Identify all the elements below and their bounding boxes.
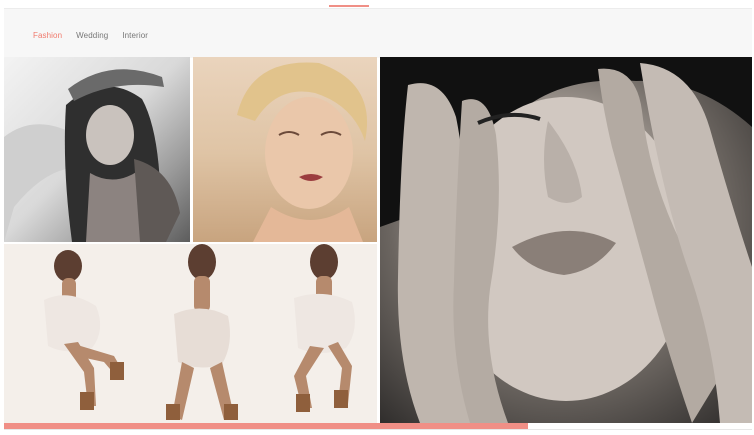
portfolio-gallery bbox=[4, 57, 752, 423]
page-divider bbox=[4, 429, 752, 430]
dancers-photo-icon bbox=[44, 244, 355, 420]
gallery-item-face-closeup[interactable] bbox=[380, 57, 752, 423]
gallery-item-portrait-blonde[interactable] bbox=[193, 57, 377, 242]
portrait-photo-icon bbox=[4, 69, 180, 242]
gallery-item-portrait-hat[interactable] bbox=[4, 57, 190, 242]
filter-tabs: Fashion Wedding Interior bbox=[33, 31, 148, 40]
tab-interior[interactable]: Interior bbox=[122, 31, 148, 40]
top-accent-line bbox=[329, 5, 369, 7]
tab-wedding[interactable]: Wedding bbox=[76, 31, 108, 40]
gallery-item-dancers[interactable] bbox=[4, 244, 377, 423]
close-up-photo-icon bbox=[380, 57, 752, 423]
tab-fashion[interactable]: Fashion bbox=[33, 31, 62, 40]
portfolio-filter-bar: Fashion Wedding Interior bbox=[4, 8, 752, 58]
portrait-photo-icon bbox=[237, 62, 368, 242]
